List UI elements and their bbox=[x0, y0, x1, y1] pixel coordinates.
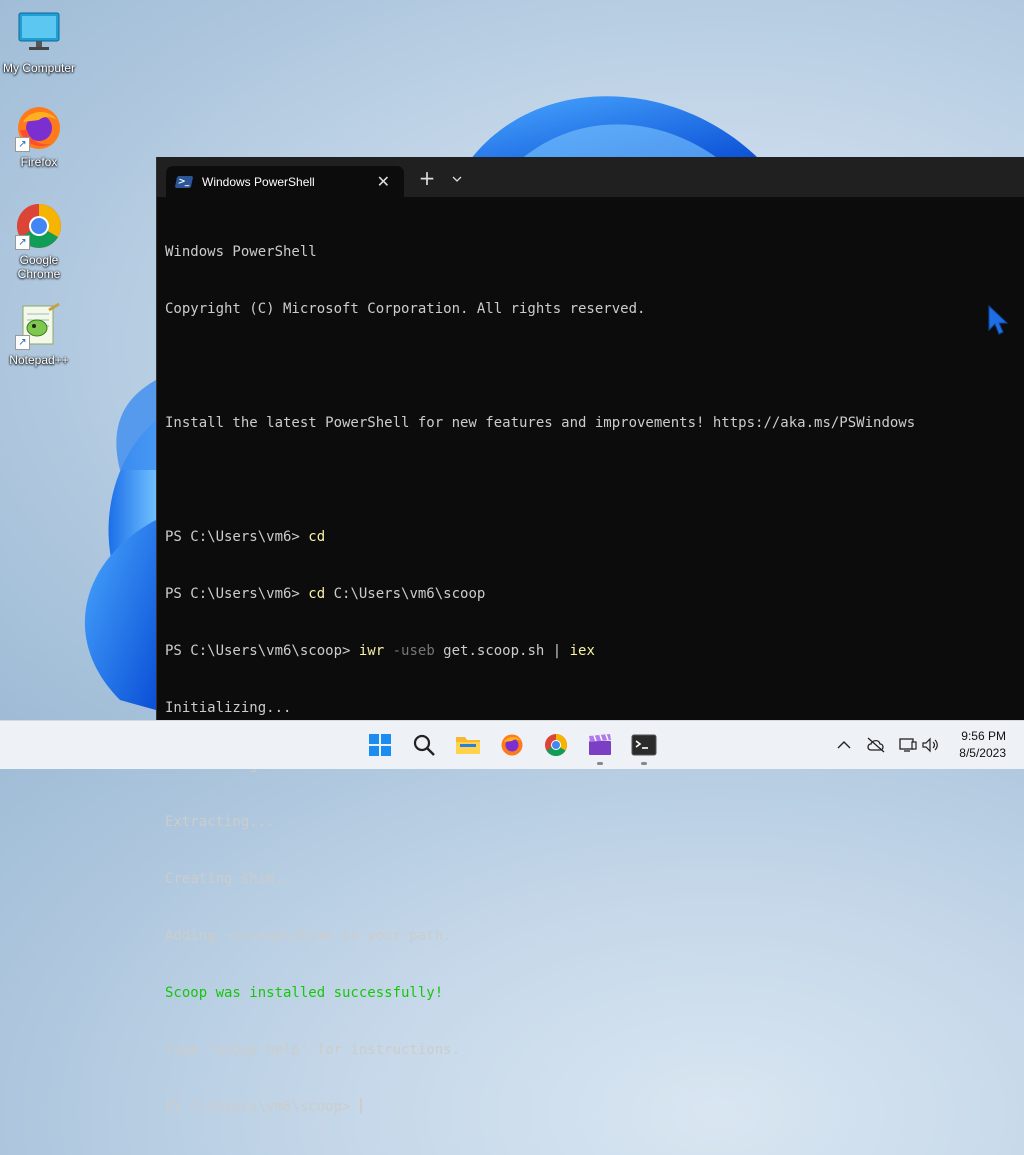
network-icon[interactable] bbox=[898, 735, 918, 755]
chevron-up-icon[interactable] bbox=[834, 735, 854, 755]
volume-icon[interactable] bbox=[920, 735, 940, 755]
console-line: PS C:\Users\vm6> cd bbox=[165, 529, 326, 545]
clapperboard-icon bbox=[589, 734, 611, 755]
powershell-icon: >_ bbox=[174, 175, 194, 188]
clock[interactable]: 9:56 PM 8/5/2023 bbox=[959, 728, 1006, 762]
running-indicator bbox=[641, 762, 647, 765]
shortcut-arrow-icon: ↗ bbox=[15, 235, 30, 250]
console-prompt-line[interactable]: PS C:\Users\vm6\scoop> bbox=[165, 1098, 1017, 1117]
clock-time: 9:56 PM bbox=[961, 729, 1006, 743]
tab-windows-powershell[interactable]: >_ Windows PowerShell ✕ bbox=[166, 166, 404, 197]
console-line: PS C:\Users\vm6\scoop> iwr -useb get.sco… bbox=[165, 643, 595, 659]
terminal-icon bbox=[631, 734, 657, 756]
taskbar: 9:56 PM 8/5/2023 bbox=[0, 720, 1024, 769]
console-output[interactable]: Windows PowerShell Copyright (C) Microso… bbox=[157, 197, 1024, 1155]
search-button[interactable] bbox=[408, 729, 440, 761]
cloud-offline-icon[interactable] bbox=[866, 735, 886, 755]
start-button[interactable] bbox=[364, 729, 396, 761]
media-app-taskbar-button[interactable] bbox=[584, 729, 616, 765]
console-line: Creating shim... bbox=[165, 871, 300, 887]
chrome-taskbar-button[interactable] bbox=[540, 729, 572, 761]
firefox-icon bbox=[501, 734, 523, 756]
desktop-icon-notepad-plus-plus[interactable]: ↗ Notepad++ bbox=[1, 302, 77, 367]
shortcut-arrow-icon: ↗ bbox=[15, 335, 30, 350]
desktop-icon-google-chrome[interactable]: ↗ Google Chrome bbox=[1, 202, 77, 281]
console-line: Adding ~\scoop\shims to your path. bbox=[165, 928, 452, 944]
clock-date: 8/5/2023 bbox=[959, 746, 1006, 760]
start-icon bbox=[369, 734, 391, 756]
terminal-window[interactable]: >_ Windows PowerShell ✕ + Windows PowerS… bbox=[156, 157, 1024, 1115]
desktop-icon-label: Firefox bbox=[20, 155, 58, 169]
chrome-icon bbox=[545, 734, 567, 756]
console-line-success: Scoop was installed successfully! bbox=[165, 985, 444, 1001]
text-cursor bbox=[359, 1098, 362, 1114]
console-line: Extracting... bbox=[165, 814, 275, 830]
mouse-pointer-icon bbox=[988, 304, 1009, 335]
tab-title: Windows PowerShell bbox=[202, 174, 315, 189]
console-line: Copyright (C) Microsoft Corporation. All… bbox=[165, 301, 646, 317]
console-line: Type 'scoop help' for instructions. bbox=[165, 1042, 461, 1058]
monitor-icon bbox=[15, 10, 63, 58]
running-indicator bbox=[597, 762, 603, 765]
firefox-icon: ↗ bbox=[15, 104, 63, 152]
file-explorer-button[interactable] bbox=[452, 729, 484, 761]
close-tab-button[interactable]: ✕ bbox=[377, 172, 390, 191]
chrome-icon: ↗ bbox=[15, 202, 63, 250]
desktop-icon-label: Notepad++ bbox=[9, 353, 69, 367]
desktop-icon-label: Google Chrome bbox=[17, 253, 61, 281]
shortcut-arrow-icon: ↗ bbox=[15, 137, 30, 152]
tab-bar: >_ Windows PowerShell ✕ + bbox=[157, 157, 1024, 197]
console-line: Initializing... bbox=[165, 700, 292, 716]
console-line: Install the latest PowerShell for new fe… bbox=[165, 415, 916, 431]
desktop-icon-label: My Computer bbox=[2, 61, 76, 75]
firefox-taskbar-button[interactable] bbox=[496, 729, 528, 761]
chevron-down-icon[interactable] bbox=[447, 167, 467, 191]
notepad-plus-plus-icon: ↗ bbox=[15, 302, 63, 350]
console-line: Windows PowerShell bbox=[165, 244, 317, 260]
desktop-icon-my-computer[interactable]: My Computer bbox=[1, 10, 77, 75]
file-explorer-icon bbox=[456, 737, 480, 754]
new-tab-button[interactable]: + bbox=[415, 167, 439, 191]
console-line: PS C:\Users\vm6> cd C:\Users\vm6\scoop bbox=[165, 586, 486, 602]
terminal-taskbar-button[interactable] bbox=[628, 729, 660, 765]
desktop-icon-firefox[interactable]: ↗ Firefox bbox=[1, 104, 77, 169]
search-icon bbox=[413, 734, 435, 756]
